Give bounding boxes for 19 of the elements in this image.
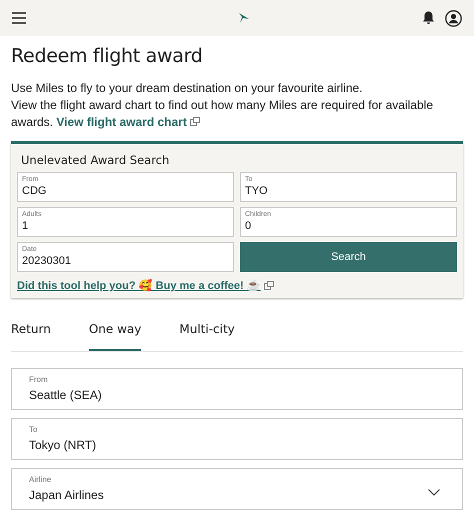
tab[interactable]: One way [88, 314, 142, 351]
external-link-icon [190, 117, 200, 126]
page-title: Redeem flight award [11, 45, 204, 67]
award-chart-link[interactable]: View flight award chart [56, 115, 187, 129]
coffee-link[interactable]: Did this tool help you? 🥰 Buy me a coffee! ☕ [17, 279, 261, 292]
tab[interactable]: Return [11, 314, 51, 351]
search-button[interactable]: Search [240, 242, 457, 272]
bell-icon[interactable] [422, 11, 435, 25]
menu-icon[interactable] [12, 12, 26, 24]
input-field[interactable]: From Seattle (SEA) [11, 368, 463, 410]
dropdown-field[interactable]: Airline Japan Airlines [11, 468, 463, 510]
external-link-icon [264, 281, 274, 290]
user-icon[interactable] [445, 10, 462, 26]
bird-logo-icon[interactable] [238, 13, 250, 23]
tab[interactable]: Multi-city [179, 314, 235, 351]
card-title: Unelevated Award Search [21, 153, 170, 167]
intro-text: Use Miles to fly to your dream destination on your favourite airline. View the flight award chart to find out how many Miles are required for available awards. View flight award chart [11, 80, 434, 131]
chevron-down-icon [428, 488, 440, 496]
input-field[interactable]: To Tokyo (NRT) [11, 418, 463, 460]
